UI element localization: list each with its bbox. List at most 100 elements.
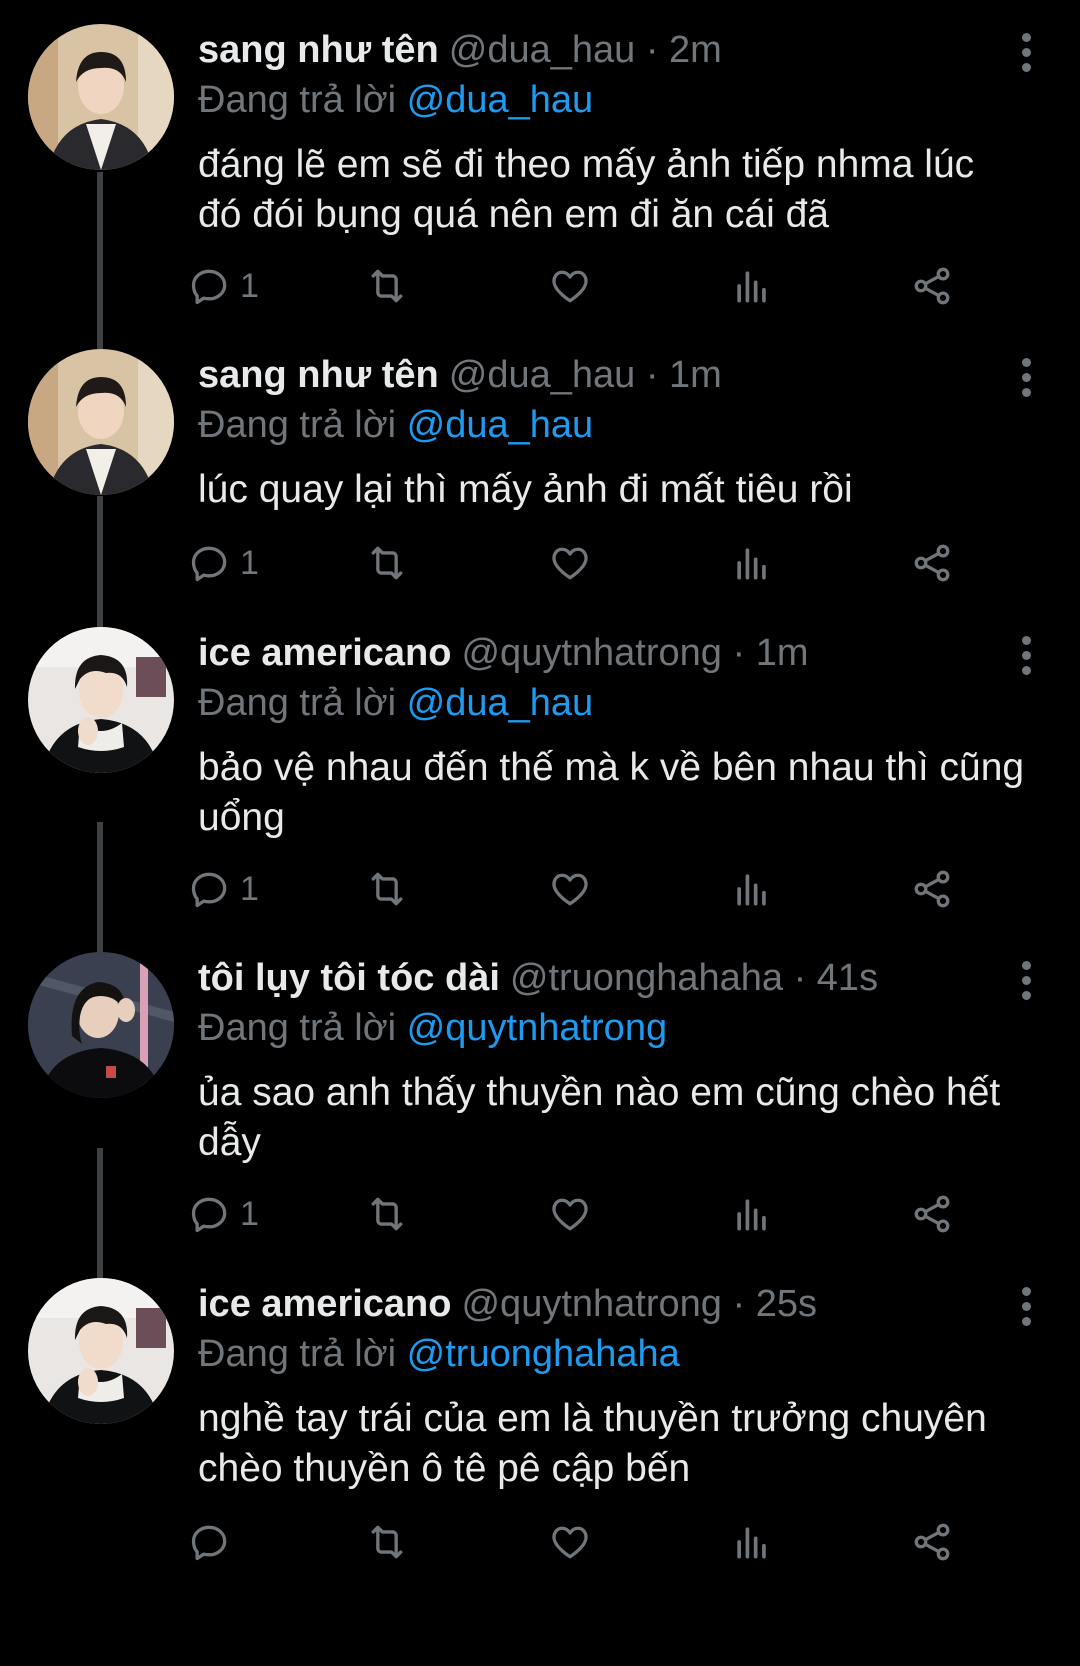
- user-handle[interactable]: @dua_hau: [449, 354, 636, 396]
- tweet-header: tôi lụy tôi tóc dài @truonghahaha · 41s: [198, 954, 1000, 1002]
- analytics-icon: [737, 1527, 766, 1559]
- share-button[interactable]: [910, 1190, 954, 1238]
- separator-dot: ·: [793, 957, 807, 999]
- analytics-icon: [737, 271, 766, 303]
- avatar[interactable]: [28, 627, 174, 773]
- views-button[interactable]: [730, 865, 774, 913]
- reply-button[interactable]: 1: [188, 539, 259, 587]
- separator-dot: ·: [645, 29, 659, 71]
- tweet-header: ice americano @quytnhatrong · 1m: [198, 629, 1000, 677]
- reply-icon: [191, 872, 227, 908]
- tweet-text: lúc quay lại thì mấy ảnh đi mất tiêu rồi: [198, 468, 853, 511]
- replying-prefix: Đang trả lời: [198, 1333, 397, 1375]
- heart-icon: [552, 1526, 588, 1559]
- reply-button[interactable]: 1: [188, 262, 259, 310]
- user-handle[interactable]: @truonghahaha: [510, 957, 783, 999]
- retweet-icon: [371, 1525, 403, 1559]
- user-handle[interactable]: @quytnhatrong: [461, 1283, 721, 1325]
- more-options-icon[interactable]: [1014, 1284, 1038, 1326]
- reply-icon: [191, 546, 227, 582]
- reply-count: 1: [240, 869, 259, 908]
- analytics-icon: [737, 1199, 766, 1231]
- like-button[interactable]: [548, 1190, 592, 1238]
- action-bar: 1: [191, 1190, 1028, 1238]
- tweet[interactable]: ice americano @quytnhatrong · 25s Đang tr…: [0, 1254, 1080, 1666]
- like-button[interactable]: [548, 539, 592, 587]
- avatar[interactable]: [28, 952, 174, 1098]
- more-options-icon[interactable]: [1014, 355, 1038, 397]
- reply-button[interactable]: 1: [188, 1190, 259, 1238]
- avatar[interactable]: [28, 349, 174, 495]
- views-button[interactable]: [730, 1190, 774, 1238]
- replying-prefix: Đang trả lời: [198, 404, 397, 446]
- avatar[interactable]: [28, 24, 174, 170]
- more-options-icon[interactable]: [1014, 958, 1038, 1000]
- timestamp[interactable]: 2m: [669, 29, 722, 71]
- mention-link[interactable]: @quytnhatrong: [407, 1007, 667, 1049]
- tweet[interactable]: sang như tên @dua_hau · 2m Đang trả lời @…: [0, 0, 1080, 346]
- action-bar: 1: [191, 539, 1028, 587]
- retweet-icon: [371, 269, 403, 303]
- retweet-button[interactable]: [364, 262, 410, 310]
- tweet-text: ủa sao anh thấy thuyền nào em cũng chèo …: [198, 1071, 1001, 1164]
- retweet-button[interactable]: [364, 539, 410, 587]
- timestamp[interactable]: 25s: [756, 1283, 817, 1325]
- replying-to: Đang trả lời @truonghahaha: [198, 1330, 680, 1378]
- reply-button[interactable]: [188, 1518, 240, 1566]
- reply-count: 1: [240, 1194, 259, 1233]
- user-handle[interactable]: @dua_hau: [449, 29, 636, 71]
- replying-to: Đang trả lời @dua_hau: [198, 76, 593, 124]
- share-button[interactable]: [910, 539, 954, 587]
- retweet-button[interactable]: [364, 1518, 410, 1566]
- action-bar: 1: [191, 865, 1028, 913]
- more-options-icon[interactable]: [1014, 30, 1038, 72]
- retweet-icon: [371, 546, 403, 580]
- reply-count: 1: [240, 266, 259, 305]
- mention-link[interactable]: @dua_hau: [407, 404, 594, 446]
- views-button[interactable]: [730, 539, 774, 587]
- views-button[interactable]: [730, 262, 774, 310]
- share-button[interactable]: [910, 865, 954, 913]
- analytics-icon: [737, 548, 766, 580]
- replying-prefix: Đang trả lời: [198, 79, 397, 121]
- mention-link[interactable]: @dua_hau: [407, 682, 594, 724]
- tweet-header: ice americano @quytnhatrong · 25s: [198, 1280, 1000, 1328]
- analytics-icon: [737, 874, 766, 906]
- more-options-icon[interactable]: [1014, 633, 1038, 675]
- replying-to: Đang trả lời @dua_hau: [198, 401, 593, 449]
- display-name[interactable]: tôi lụy tôi tóc dài: [198, 957, 500, 999]
- timestamp[interactable]: 1m: [756, 632, 809, 674]
- reply-icon: [191, 1525, 227, 1561]
- avatar[interactable]: [28, 1278, 174, 1424]
- tweet[interactable]: sang như tên @dua_hau · 1m Đang trả lời @…: [0, 325, 1080, 625]
- reply-button[interactable]: 1: [188, 865, 259, 913]
- tweet[interactable]: tôi lụy tôi tóc dài @truonghahaha · 41s Đ…: [0, 928, 1080, 1248]
- display-name[interactable]: sang như tên: [198, 354, 439, 396]
- timestamp[interactable]: 41s: [817, 957, 878, 999]
- retweet-icon: [371, 1197, 403, 1231]
- mention-link[interactable]: @truonghahaha: [407, 1333, 680, 1375]
- tweet-header: sang như tên @dua_hau · 1m: [198, 351, 1000, 399]
- like-button[interactable]: [548, 865, 592, 913]
- share-icon: [914, 870, 950, 908]
- timestamp[interactable]: 1m: [669, 354, 722, 396]
- mention-link[interactable]: @dua_hau: [407, 79, 594, 121]
- share-icon: [914, 1523, 950, 1561]
- retweet-button[interactable]: [364, 1190, 410, 1238]
- user-handle[interactable]: @quytnhatrong: [461, 632, 721, 674]
- retweet-button[interactable]: [364, 865, 410, 913]
- display-name[interactable]: sang như tên: [198, 29, 439, 71]
- replying-to: Đang trả lời @dua_hau: [198, 679, 593, 727]
- views-button[interactable]: [730, 1518, 774, 1566]
- display-name[interactable]: ice americano: [198, 1283, 451, 1325]
- like-button[interactable]: [548, 1518, 592, 1566]
- heart-icon: [552, 873, 588, 906]
- display-name[interactable]: ice americano: [198, 632, 451, 674]
- share-button[interactable]: [910, 1518, 954, 1566]
- like-button[interactable]: [548, 262, 592, 310]
- share-button[interactable]: [910, 262, 954, 310]
- replying-prefix: Đang trả lời: [198, 682, 397, 724]
- heart-icon: [552, 1198, 588, 1231]
- tweet[interactable]: ice americano @quytnhatrong · 1m Đang trả…: [0, 603, 1080, 923]
- tweet-header: sang như tên @dua_hau · 2m: [198, 26, 1000, 74]
